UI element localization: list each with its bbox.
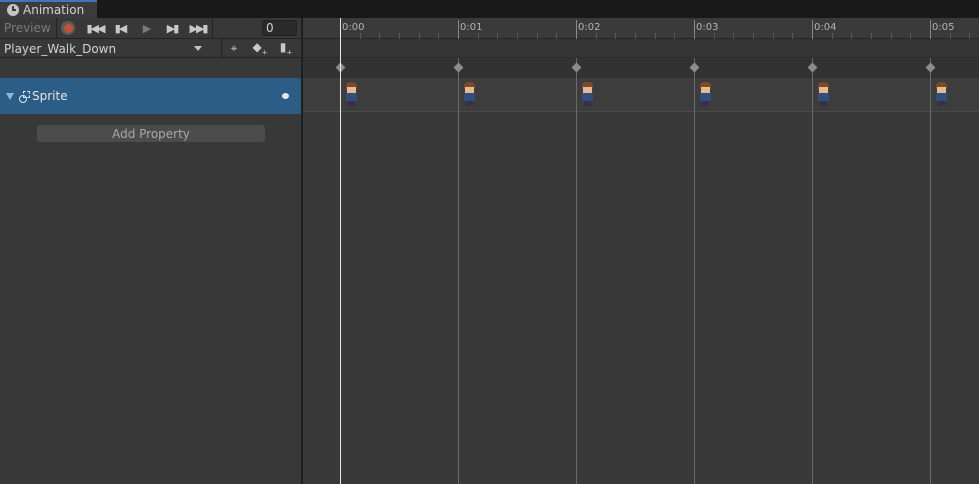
ruler-minor-tick xyxy=(792,33,793,39)
filter-by-selection-button[interactable]: ⌖ xyxy=(222,40,246,57)
clip-bar: Player_Walk_Down ⌖ ◆+ ▮+ xyxy=(0,39,301,60)
add-keyframe-icon: ◆+ xyxy=(252,40,268,57)
tab-animation[interactable]: Animation xyxy=(0,0,97,18)
property-panel: Preview ▮◀◀ ▮◀ ▶ ▶▮ ▶▶▮ 0 Player_Walk_Do… xyxy=(0,18,301,484)
play-icon: ▶ xyxy=(142,21,152,35)
ruler-minor-tick xyxy=(753,33,754,39)
ruler-minor-tick xyxy=(950,33,951,39)
chevron-down-icon xyxy=(194,46,202,51)
ruler-tick xyxy=(930,20,931,39)
toolbar-divider xyxy=(56,18,57,39)
first-key-button[interactable]: ▮◀◀ xyxy=(83,20,107,36)
step-back-icon: ▮◀ xyxy=(114,21,127,35)
playhead-line[interactable] xyxy=(340,18,341,484)
last-key-button[interactable]: ▶▶▮ xyxy=(186,20,210,36)
next-key-button[interactable]: ▶▮ xyxy=(160,20,184,36)
ruler-tick xyxy=(458,20,459,39)
ruler-minor-tick xyxy=(419,33,420,39)
ruler-minor-tick xyxy=(969,33,970,39)
ruler-tick xyxy=(576,20,577,39)
add-keyframe-button[interactable]: ◆+ xyxy=(248,40,272,57)
summary-key-row[interactable] xyxy=(303,58,979,78)
step-forward-icon: ▶▮ xyxy=(166,21,179,35)
grid-line xyxy=(576,58,577,484)
ruler-minor-tick xyxy=(556,33,557,39)
ruler-minor-tick xyxy=(537,33,538,39)
grid-line xyxy=(812,58,813,484)
grid-line xyxy=(694,58,695,484)
event-row[interactable] xyxy=(303,39,979,58)
sprite-keyframe-thumbnail[interactable] xyxy=(698,82,712,106)
expand-triangle-icon[interactable] xyxy=(6,92,14,100)
ruler-minor-tick xyxy=(832,33,833,39)
ruler-minor-tick xyxy=(379,33,380,39)
clock-icon xyxy=(7,4,19,16)
ruler-minor-tick xyxy=(497,33,498,39)
ruler-tick-label: 0:04 xyxy=(814,22,837,33)
skip-to-start-icon: ▮◀◀ xyxy=(86,21,106,35)
ruler-minor-tick xyxy=(714,33,715,39)
preview-toggle[interactable]: Preview xyxy=(4,21,51,35)
property-label: Sprite xyxy=(32,89,68,103)
clip-dropdown-value: Player_Walk_Down xyxy=(4,41,117,56)
tab-bar: Animation xyxy=(0,0,979,18)
ruler-minor-tick xyxy=(871,33,872,39)
grid-line xyxy=(458,58,459,484)
ruler-tick-label: 0:01 xyxy=(460,22,483,33)
grid-line xyxy=(930,58,931,484)
ruler-tick-label: 0:03 xyxy=(696,22,719,33)
playback-toolbar: Preview ▮◀◀ ▮◀ ▶ ▶▮ ▶▶▮ 0 xyxy=(0,18,301,39)
ruler-minor-tick xyxy=(851,33,852,39)
ruler-minor-tick xyxy=(655,33,656,39)
sprite-keyframe-thumbnail[interactable] xyxy=(934,82,948,106)
sprite-keyframe-thumbnail[interactable] xyxy=(816,82,830,106)
ruler-tick xyxy=(694,20,695,39)
add-event-button[interactable]: ▮+ xyxy=(274,40,298,57)
play-button[interactable]: ▶ xyxy=(134,20,158,36)
key-options-icon[interactable] xyxy=(282,93,289,99)
time-ruler[interactable]: 0:00 0:01 0:02 0:03 0:04 0:05 xyxy=(303,18,979,39)
add-property-button[interactable]: Add Property xyxy=(37,125,265,142)
record-button[interactable] xyxy=(61,21,75,35)
ruler-minor-tick xyxy=(360,33,361,39)
sprite-keyframe-thumbnail[interactable] xyxy=(344,82,358,106)
timeline-area[interactable]: 0:00 0:01 0:02 0:03 0:04 0:05 xyxy=(303,18,979,484)
ruler-minor-tick xyxy=(438,33,439,39)
spacer-row xyxy=(0,59,301,78)
ruler-minor-tick xyxy=(399,33,400,39)
ruler-minor-tick xyxy=(615,33,616,39)
ruler-minor-tick xyxy=(674,33,675,39)
ruler-minor-tick xyxy=(773,33,774,39)
dopesheet-sprite-track[interactable] xyxy=(303,78,979,112)
ruler-minor-tick xyxy=(733,33,734,39)
ruler-tick xyxy=(812,20,813,39)
previous-key-button[interactable]: ▮◀ xyxy=(108,20,132,36)
tab-animation-label: Animation xyxy=(23,3,85,17)
property-row-sprite[interactable]: Sprite xyxy=(0,78,301,114)
ruler-minor-tick xyxy=(891,33,892,39)
clip-dropdown[interactable]: Player_Walk_Down xyxy=(0,39,221,58)
crosshair-icon: ⌖ xyxy=(230,41,238,55)
ruler-tick-label: 0:05 xyxy=(932,22,955,33)
ruler-minor-tick xyxy=(478,33,479,39)
dopesheet-body[interactable] xyxy=(303,113,979,484)
ruler-minor-tick xyxy=(635,33,636,39)
ruler-minor-tick xyxy=(517,33,518,39)
toolbar-divider xyxy=(212,18,213,39)
ruler-tick-label: 0:00 xyxy=(342,22,365,33)
sprite-renderer-icon xyxy=(18,90,30,103)
ruler-minor-tick xyxy=(910,33,911,39)
frame-input[interactable]: 0 xyxy=(262,20,297,36)
add-event-icon: ▮+ xyxy=(279,40,293,57)
skip-to-end-icon: ▶▶▮ xyxy=(189,21,209,35)
sprite-keyframe-thumbnail[interactable] xyxy=(580,82,594,106)
sprite-keyframe-thumbnail[interactable] xyxy=(462,82,476,106)
ruler-minor-tick xyxy=(596,33,597,39)
ruler-tick-label: 0:02 xyxy=(578,22,601,33)
